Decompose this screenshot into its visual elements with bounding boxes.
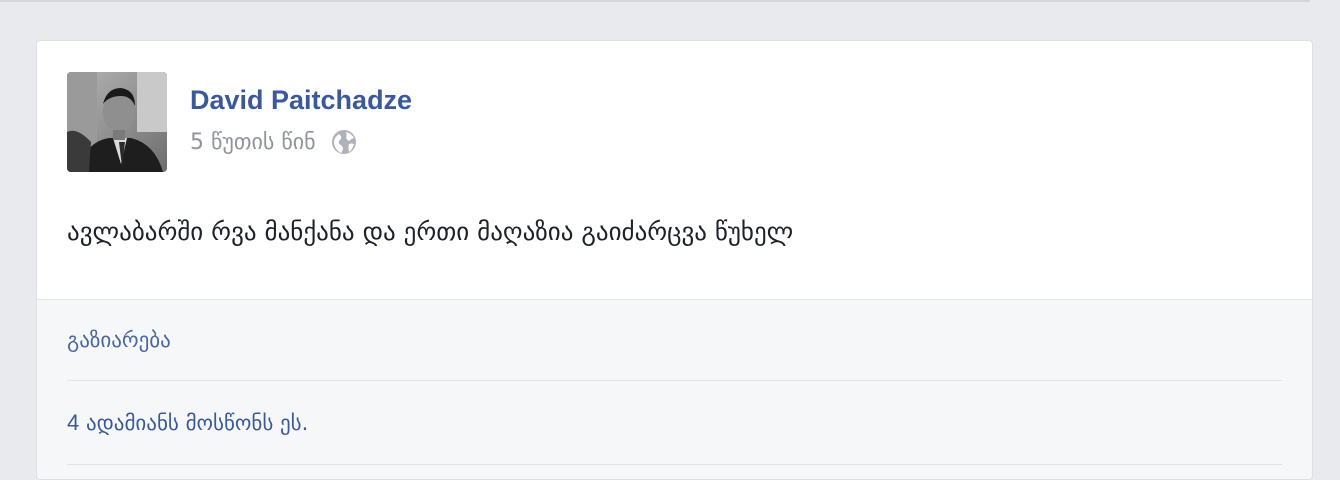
top-divider xyxy=(0,0,1310,2)
likes-summary: 4 ადამიანს მოსწონს ეს. xyxy=(67,410,308,436)
post-timestamp[interactable]: 5 წუთის წინ xyxy=(190,130,316,155)
likes-count[interactable]: 4 xyxy=(67,410,79,435)
post-meta: 5 წუთის წინ xyxy=(190,129,357,155)
avatar-photo xyxy=(67,72,167,172)
avatar[interactable] xyxy=(67,72,167,172)
post-footer: გაზიარება 4 ადამიანს მოსწონს ეს. xyxy=(37,299,1312,479)
likes-text[interactable]: ადამიანს მოსწონს ეს. xyxy=(86,411,308,435)
post-text: ავლაბარში რვა მანქანა და ერთი მაღაზია გა… xyxy=(67,217,794,246)
footer-divider xyxy=(67,380,1282,381)
author-name[interactable]: David Paitchadze xyxy=(190,85,412,116)
globe-icon[interactable] xyxy=(331,129,357,155)
share-link[interactable]: გაზიარება xyxy=(67,328,171,352)
post-header: David Paitchadze 5 წუთის წინ xyxy=(67,72,1282,172)
post-card: David Paitchadze 5 წუთის წინ ავლაბარში რ… xyxy=(36,40,1313,480)
